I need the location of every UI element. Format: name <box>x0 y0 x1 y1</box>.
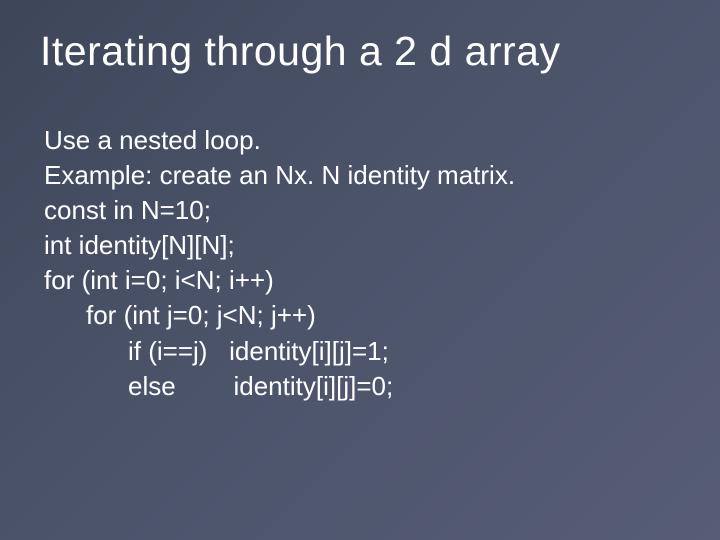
slide-container: Iterating through a 2 d array Use a nest… <box>0 0 720 540</box>
code-line: int identity[N][N]; <box>44 228 680 263</box>
code-line: else identity[i][j]=0; <box>44 369 680 404</box>
slide-body: Use a nested loop. Example: create an Nx… <box>40 123 680 404</box>
code-line: const in N=10; <box>44 193 680 228</box>
code-line: for (int i=0; i<N; i++) <box>44 263 680 298</box>
code-line: if (i==j) identity[i][j]=1; <box>44 334 680 369</box>
slide-title: Iterating through a 2 d array <box>40 28 680 75</box>
code-line: Use a nested loop. <box>44 123 680 158</box>
code-line: Example: create an Nx. N identity matrix… <box>44 158 680 193</box>
code-line: for (int j=0; j<N; j++) <box>44 298 680 333</box>
